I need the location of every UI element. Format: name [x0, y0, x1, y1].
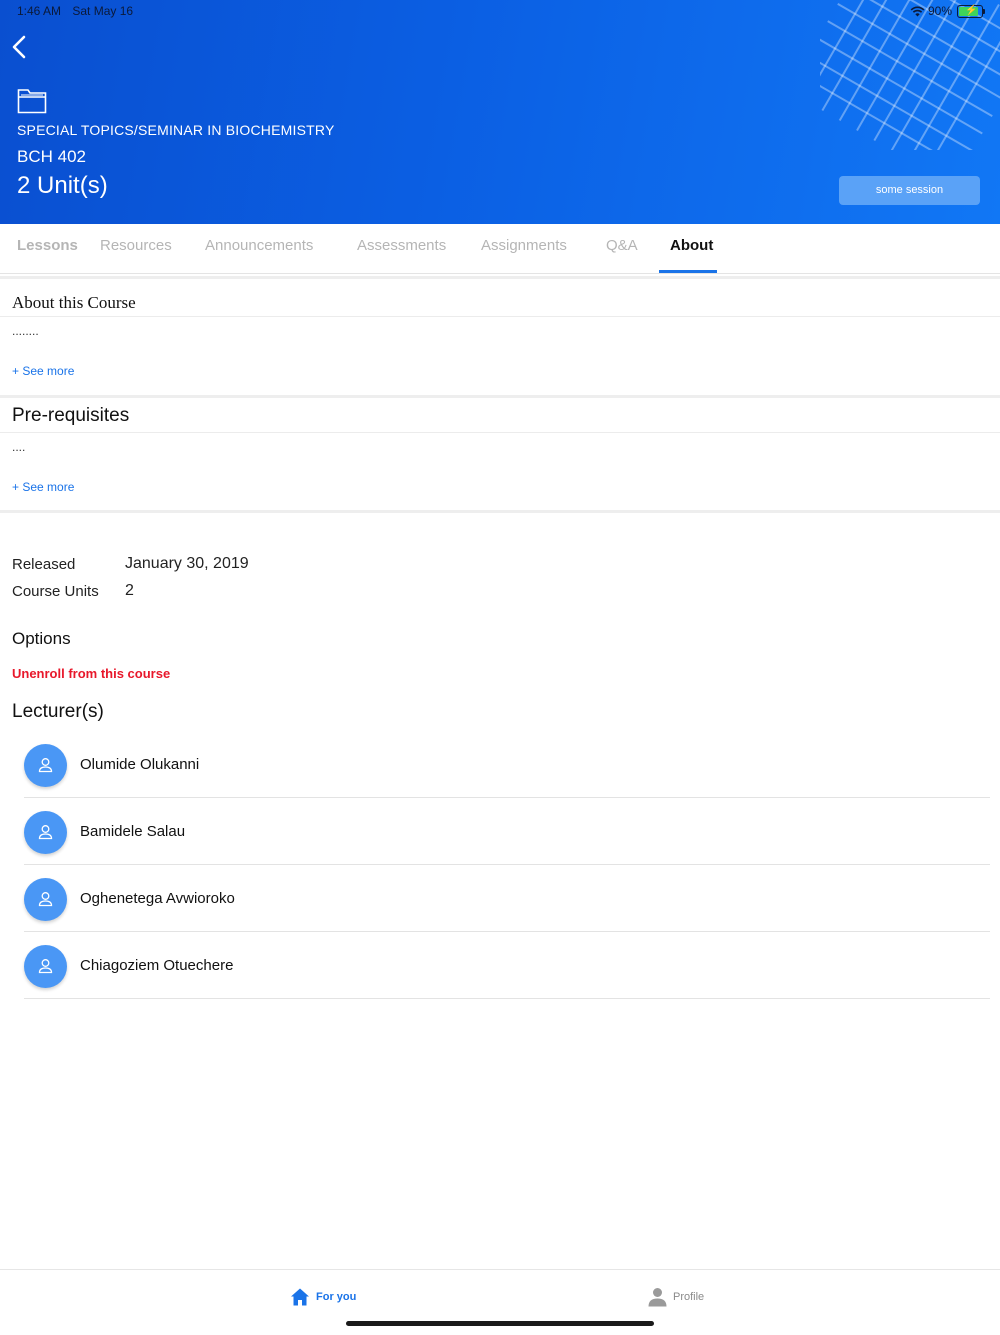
- divider: [0, 395, 1000, 398]
- about-section-body: ........: [12, 324, 39, 338]
- nav-profile-label: Profile: [673, 1291, 705, 1303]
- status-time: 1:46 AM: [17, 4, 62, 18]
- course-units-value: 2: [125, 582, 134, 599]
- status-bar: 1:46 AM Sat May 16 90% ⚡: [17, 4, 985, 20]
- lecturers-title: Lecturer(s): [12, 701, 104, 722]
- user-icon: [38, 892, 53, 907]
- lecturer-name: Oghenetega Avwioroko: [80, 890, 235, 907]
- course-units: 2 Unit(s): [17, 172, 108, 199]
- back-button[interactable]: [8, 33, 32, 61]
- user-icon: [38, 758, 53, 773]
- tab-lessons[interactable]: Lessons: [17, 237, 78, 254]
- about-section-title: About this Course: [12, 293, 136, 312]
- profile-icon: [648, 1288, 667, 1307]
- battery-icon: ⚡: [957, 4, 985, 18]
- tab-assignments[interactable]: Assignments: [481, 237, 567, 254]
- tab-resources[interactable]: Resources: [100, 237, 172, 254]
- course-tabs: Lessons Resources Announcements Assessme…: [0, 225, 1000, 274]
- course-name: SPECIAL TOPICS/SEMINAR IN BIOCHEMISTRY: [17, 122, 335, 138]
- course-units-label: Course Units: [12, 583, 99, 600]
- about-see-more-link[interactable]: + See more: [12, 364, 74, 378]
- divider: [0, 316, 1000, 317]
- released-value: January 30, 2019: [125, 555, 249, 572]
- status-date: Sat May 16: [72, 4, 134, 18]
- lecturer-name: Olumide Olukanni: [80, 756, 200, 773]
- options-title: Options: [12, 629, 71, 648]
- folder-icon: [17, 89, 47, 114]
- tab-qa[interactable]: Q&A: [606, 237, 638, 254]
- nav-for-you[interactable]: For you: [290, 1287, 356, 1307]
- divider: [0, 432, 1000, 433]
- lecturer-row[interactable]: Chiagoziem Otuechere: [24, 932, 990, 999]
- avatar: [24, 945, 67, 988]
- nav-profile[interactable]: Profile: [648, 1287, 704, 1307]
- active-tab-indicator: [659, 270, 717, 273]
- lecturer-row[interactable]: Oghenetega Avwioroko: [24, 865, 990, 932]
- course-code: BCH 402: [17, 147, 86, 166]
- tab-announcements[interactable]: Announcements: [205, 237, 313, 254]
- prerequisites-section-title: Pre-requisites: [12, 405, 130, 426]
- user-icon: [38, 959, 53, 974]
- tab-assessments[interactable]: Assessments: [357, 237, 446, 254]
- grid-pattern-decoration: [820, 0, 1000, 150]
- unenroll-link[interactable]: Unenroll from this course: [12, 666, 170, 681]
- avatar: [24, 811, 67, 854]
- user-icon: [38, 825, 53, 840]
- battery-percent: 90%: [927, 4, 952, 18]
- home-indicator: [346, 1321, 654, 1326]
- lecturer-row[interactable]: Olumide Olukanni: [24, 731, 990, 798]
- nav-for-you-label: For you: [316, 1291, 357, 1303]
- avatar: [24, 744, 67, 787]
- tab-about[interactable]: About: [670, 237, 713, 254]
- wifi-icon: [910, 6, 925, 16]
- lecturer-name: Bamidele Salau: [80, 823, 186, 840]
- divider: [0, 276, 1000, 279]
- lecturer-name: Chiagoziem Otuechere: [80, 957, 234, 974]
- chevron-left-icon: [12, 35, 26, 59]
- prerequisites-see-more-link[interactable]: + See more: [12, 480, 74, 494]
- home-icon: [291, 1288, 309, 1306]
- lecturer-row[interactable]: Bamidele Salau: [24, 798, 990, 865]
- released-label: Released: [12, 556, 76, 573]
- avatar: [24, 878, 67, 921]
- session-button[interactable]: some session: [839, 176, 980, 205]
- prerequisites-section-body: ....: [12, 440, 26, 454]
- divider: [0, 510, 1000, 513]
- course-header: 1:46 AM Sat May 16 90% ⚡ SPECIAL TOPICS/…: [0, 0, 1000, 224]
